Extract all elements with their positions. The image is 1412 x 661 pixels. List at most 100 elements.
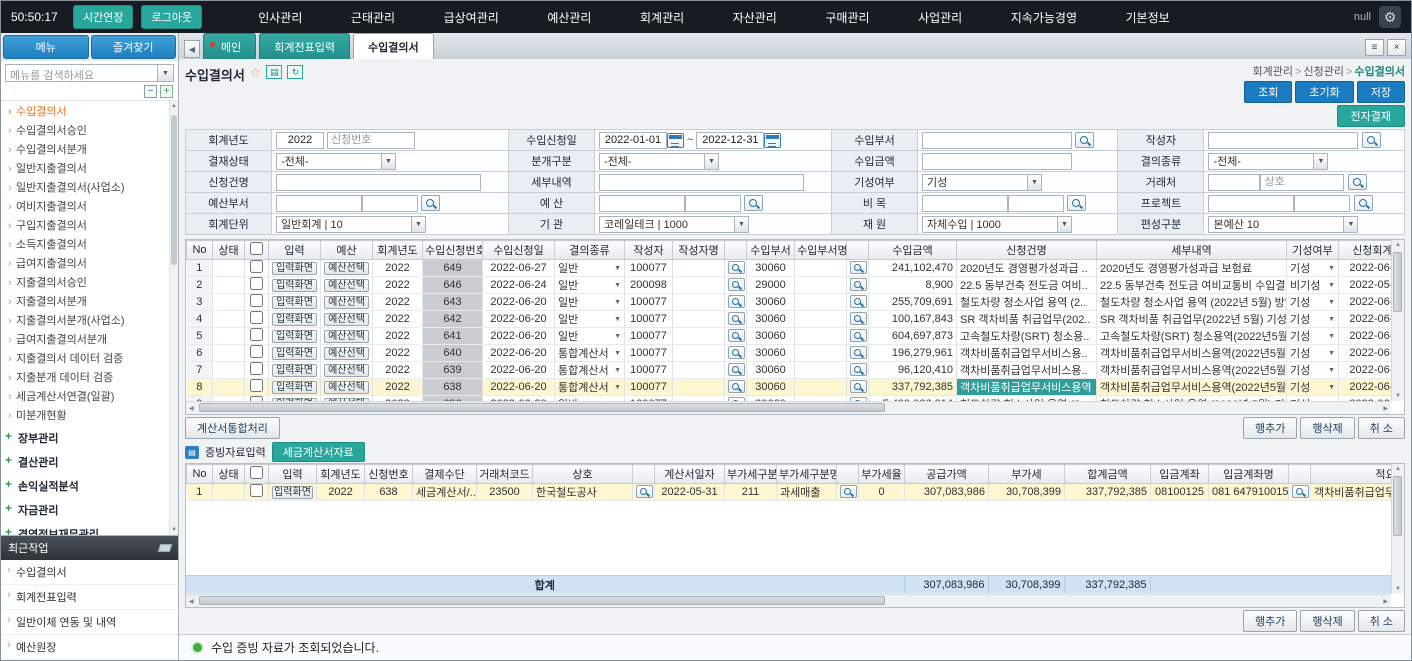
budget-select-button[interactable]: 예산선택 — [324, 279, 369, 292]
account-unit-select[interactable]: 일반회계 | 10▼ — [276, 216, 426, 233]
breadcrumb-segment[interactable]: 수입결의서 — [1354, 66, 1405, 78]
topmenu-item[interactable]: 기본정보 — [1120, 5, 1176, 30]
horizontal-scrollbar[interactable]: ◀ ▶ — [186, 594, 1391, 607]
sidebar-group[interactable]: +손익실적분석 — [1, 474, 168, 498]
search-icon[interactable] — [1348, 174, 1367, 190]
recent-item[interactable]: 일반이체 연동 및 내역 — [1, 610, 178, 635]
table-row[interactable]: 1입력화면2022638세금계산서/..23500한국철도공사2022-05-3… — [187, 484, 1392, 501]
search-icon[interactable] — [421, 195, 440, 211]
eraser-icon[interactable] — [158, 544, 173, 552]
save-button[interactable]: 저장 — [1357, 81, 1405, 103]
resolution-kind-select[interactable]: 일반▼ — [555, 328, 625, 345]
reset-button[interactable]: 초기화 — [1295, 81, 1353, 103]
table-row[interactable]: 3입력화면예산선택20226432022-06-20일반▼10007730060… — [187, 294, 1392, 311]
recent-item[interactable]: 수입결의서 — [1, 560, 178, 585]
budget-dept-code-input[interactable] — [276, 195, 362, 212]
search-button[interactable]: 조회 — [1244, 81, 1292, 103]
sidebar-item[interactable]: 수입결의서분개 — [1, 141, 168, 160]
table-row[interactable]: 7입력화면예산선택20226392022-06-20통합계산서▼10007730… — [187, 362, 1392, 379]
budget-select-button[interactable]: 예산선택 — [324, 296, 369, 309]
tax-invoice-button[interactable]: 세금계산서자료 — [272, 442, 365, 462]
search-icon[interactable] — [728, 329, 745, 342]
search-icon[interactable] — [728, 295, 745, 308]
organization-select[interactable]: 코레일테크 | 1000▼ — [599, 216, 749, 233]
scroll-right-icon[interactable]: ▶ — [1380, 403, 1391, 414]
search-icon[interactable] — [1354, 195, 1373, 211]
sidebar-group[interactable]: +경영정보재무관리 — [1, 522, 168, 535]
search-icon[interactable] — [744, 195, 763, 211]
invoice-merge-button[interactable]: 계산서통합처리 — [185, 417, 280, 439]
completion-select[interactable]: 기성▼ — [1287, 260, 1339, 277]
input-screen-button[interactable]: 입력화면 — [272, 262, 317, 275]
income-amount-input[interactable] — [922, 153, 1072, 170]
cancel-button[interactable]: 취 소 — [1358, 610, 1405, 632]
expand-all-icon[interactable]: + — [160, 85, 173, 98]
recent-item[interactable]: 회계전표입력 — [1, 585, 178, 610]
resolution-kind-select[interactable]: 일반▼ — [555, 260, 625, 277]
budget-select-button[interactable]: 예산선택 — [324, 347, 369, 360]
topmenu-item[interactable]: 지속가능경영 — [1005, 5, 1083, 30]
search-icon[interactable] — [728, 346, 745, 359]
fund-source-select[interactable]: 자체수입 | 1000▼ — [922, 216, 1072, 233]
request-title-input[interactable] — [276, 174, 481, 191]
budget-code-input[interactable] — [599, 195, 685, 212]
income-dept-input[interactable] — [922, 132, 1072, 149]
search-icon[interactable] — [728, 363, 745, 376]
horizontal-scrollbar[interactable]: ◀ ▶ — [186, 401, 1391, 414]
topmenu-item[interactable]: 급상여관리 — [438, 5, 505, 30]
tab-메인[interactable]: 메인 — [203, 33, 256, 59]
completion-select[interactable]: 기성▼ — [1287, 294, 1339, 311]
input-screen-button[interactable]: 입력화면 — [272, 330, 317, 343]
topmenu-item[interactable]: 회계관리 — [634, 5, 690, 30]
breadcrumb-segment[interactable]: 회계관리 — [1253, 66, 1293, 78]
chevron-down-icon[interactable]: ▼ — [157, 65, 173, 81]
screen-icon[interactable]: ▤ — [266, 65, 282, 79]
journal-type-select[interactable]: -전체-▼ — [599, 153, 719, 170]
row-checkbox[interactable] — [250, 345, 263, 358]
completion-select[interactable]: 비기성▼ — [1287, 277, 1339, 294]
completion-select[interactable]: 기성▼ — [1287, 362, 1339, 379]
search-icon[interactable] — [728, 380, 745, 393]
sidebar-item[interactable]: 세금계산서연결(일괄) — [1, 388, 168, 407]
input-screen-button[interactable]: 입력화면 — [272, 279, 317, 292]
sidebar-scrollbar[interactable]: ▲ ▼ — [169, 101, 178, 535]
select-all-checkbox[interactable] — [250, 466, 263, 479]
calendar-icon[interactable] — [667, 133, 684, 148]
topmenu-item[interactable]: 사업관리 — [912, 5, 968, 30]
resolution-kind-select[interactable]: 일반▼ — [555, 294, 625, 311]
e-approval-button[interactable]: 전자결재 — [1337, 105, 1405, 127]
budget-select-button[interactable]: 예산선택 — [324, 262, 369, 275]
tab-수입결의서[interactable]: 수입결의서 — [353, 33, 434, 59]
completion-select[interactable]: 기성▼ — [1287, 311, 1339, 328]
sidebar-item[interactable]: 지출분개 데이터 검증 — [1, 369, 168, 388]
add-row-button[interactable]: 행추가 — [1243, 417, 1297, 439]
sidebar-group[interactable]: +장부관리 — [1, 426, 168, 450]
scroll-right-icon[interactable]: ▶ — [1380, 596, 1391, 607]
input-screen-button[interactable]: 입력화면 — [272, 381, 317, 394]
sidebar-item[interactable]: 수입결의서 — [1, 103, 168, 122]
sidebar-item[interactable]: 미분개현황 — [1, 407, 168, 426]
tab-favorites[interactable]: 즐겨찾기 — [91, 35, 177, 59]
item-name-input[interactable] — [1008, 195, 1064, 212]
topmenu-item[interactable]: 근태관리 — [345, 5, 401, 30]
row-checkbox[interactable] — [250, 362, 263, 375]
search-icon[interactable] — [728, 261, 745, 274]
table-row[interactable]: 5입력화면예산선택20226412022-06-20일반▼10007730060… — [187, 328, 1392, 345]
date-from-input[interactable] — [599, 132, 667, 149]
detail-input[interactable] — [599, 174, 804, 191]
sidebar-item[interactable]: 지출결의서분개(사업소) — [1, 312, 168, 331]
scrollbar-thumb[interactable] — [171, 115, 177, 265]
search-icon[interactable] — [850, 329, 867, 342]
completion-select[interactable]: 기성▼ — [922, 174, 1042, 191]
logout-button[interactable]: 로그아웃 — [141, 5, 201, 29]
vendor-code-input[interactable] — [1208, 174, 1260, 191]
search-icon[interactable] — [850, 312, 867, 325]
input-screen-button[interactable]: 입력화면 — [272, 486, 313, 499]
vendor-name-input[interactable] — [1260, 174, 1344, 191]
search-icon[interactable] — [850, 278, 867, 291]
scrollbar-thumb[interactable] — [199, 403, 886, 412]
scroll-up-icon[interactable]: ▲ — [171, 101, 177, 111]
search-icon[interactable] — [1292, 485, 1309, 498]
sidebar-item[interactable]: 급여지출결의서 — [1, 255, 168, 274]
search-icon[interactable] — [1067, 195, 1086, 211]
